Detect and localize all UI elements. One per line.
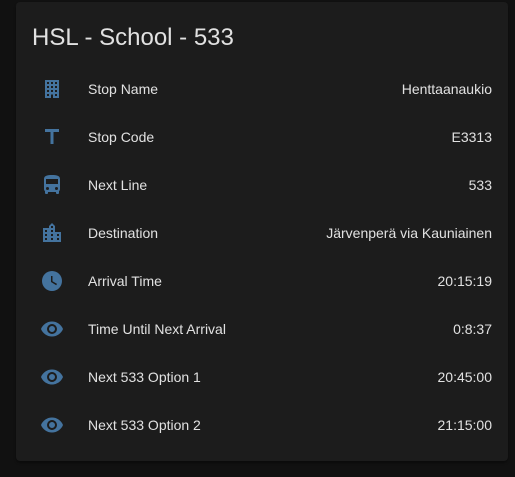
entity-value: 0:8:37 [453, 321, 492, 337]
entity-value: 533 [468, 177, 492, 193]
entity-value: 21:15:00 [437, 417, 493, 433]
entity-value: 20:15:19 [437, 273, 493, 289]
card-title: HSL - School - 533 [32, 24, 234, 51]
entity-label: Stop Name [88, 81, 159, 97]
entity-label: Next Line [88, 177, 148, 193]
entity-label: Time Until Next Arrival [88, 321, 226, 337]
entity-label: Next 533 Option 2 [88, 417, 201, 433]
entity-row-destination[interactable]: Destination Järvenperä via Kauniainen [16, 209, 508, 257]
format-title-icon [40, 125, 64, 149]
entity-value: Järvenperä via Kauniainen [326, 225, 492, 241]
office-building-icon [40, 77, 64, 101]
entities-card: HSL - School - 533 Stop Name Henttaanauk… [16, 2, 508, 461]
eye-icon [40, 413, 64, 437]
entity-value: Henttaanaukio [401, 81, 492, 97]
entity-row-arrival-time[interactable]: Arrival Time 20:15:19 [16, 257, 508, 305]
entity-label: Arrival Time [88, 273, 162, 289]
entity-label: Stop Code [88, 129, 155, 145]
entity-label: Destination [88, 225, 159, 241]
bus-icon [40, 173, 64, 197]
city-icon [40, 221, 64, 245]
entity-value: 20:45:00 [437, 369, 493, 385]
entity-row-next-option-1[interactable]: Next 533 Option 1 20:45:00 [16, 353, 508, 401]
clock-icon [40, 269, 64, 293]
eye-icon [40, 365, 64, 389]
entity-row-stop-code[interactable]: Stop Code E3313 [16, 113, 508, 161]
entity-row-next-line[interactable]: Next Line 533 [16, 161, 508, 209]
entity-row-next-option-2[interactable]: Next 533 Option 2 21:15:00 [16, 401, 508, 449]
entity-label: Next 533 Option 1 [88, 369, 201, 385]
entity-list: Stop Name Henttaanaukio Stop Code E3313 … [16, 65, 508, 449]
eye-icon [40, 317, 64, 341]
entity-row-stop-name[interactable]: Stop Name Henttaanaukio [16, 65, 508, 113]
entity-value: E3313 [451, 129, 492, 145]
entity-row-time-until-next-arrival[interactable]: Time Until Next Arrival 0:8:37 [16, 305, 508, 353]
